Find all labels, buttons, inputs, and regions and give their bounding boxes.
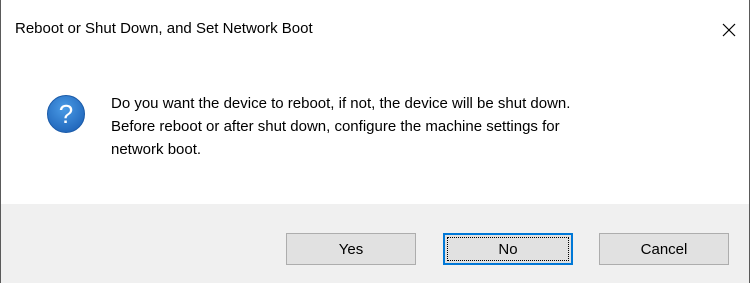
message-text: Do you want the device to reboot, if not… — [111, 92, 731, 161]
window-title: Reboot or Shut Down, and Set Network Boo… — [15, 20, 313, 37]
close-icon — [721, 22, 737, 38]
yes-button[interactable]: Yes — [286, 233, 416, 265]
no-button-label: No — [498, 240, 518, 258]
message-area: ? Do you want the device to reboot, if n… — [1, 62, 749, 204]
message-line: Before reboot or after shut down, config… — [111, 118, 560, 135]
dialog-window: Reboot or Shut Down, and Set Network Boo… — [0, 0, 750, 283]
button-bar: Yes No Cancel — [1, 204, 749, 283]
close-button[interactable] — [709, 10, 749, 50]
no-button[interactable]: No — [443, 233, 573, 265]
svg-text:?: ? — [59, 99, 73, 129]
cancel-button-label: Cancel — [640, 240, 688, 258]
title-bar: Reboot or Shut Down, and Set Network Boo… — [1, 0, 749, 62]
message-line: network boot. — [111, 141, 202, 158]
cancel-button[interactable]: Cancel — [599, 233, 729, 265]
message-line: Do you want the device to reboot, if not… — [111, 95, 571, 112]
question-icon: ? — [46, 94, 86, 134]
yes-button-label: Yes — [338, 240, 364, 258]
